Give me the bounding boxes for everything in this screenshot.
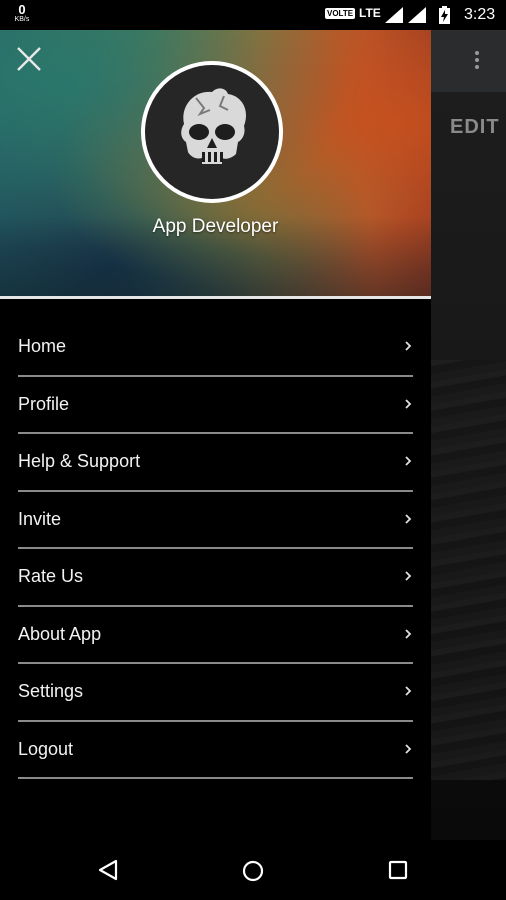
clock: 3:23 bbox=[464, 6, 496, 23]
back-icon[interactable] bbox=[98, 859, 118, 881]
chevron-right-icon bbox=[405, 686, 412, 696]
background-image bbox=[431, 360, 506, 780]
network-type: LTE bbox=[359, 6, 381, 20]
chevron-right-icon bbox=[405, 341, 412, 351]
drawer-menu: Home Profile Help & Support Invite Rate … bbox=[0, 319, 431, 779]
menu-item-label: About App bbox=[18, 623, 102, 644]
drawer-header: App Developer bbox=[0, 30, 431, 296]
menu-item-settings[interactable]: Settings bbox=[0, 664, 431, 722]
battery-charging-icon bbox=[439, 6, 450, 24]
menu-item-label: Invite bbox=[18, 508, 62, 529]
menu-item-label: Logout bbox=[18, 738, 74, 759]
wifi-signal-icon bbox=[408, 7, 426, 23]
menu-item-invite[interactable]: Invite bbox=[0, 492, 431, 549]
menu-item-label: Settings bbox=[18, 681, 84, 701]
chevron-right-icon bbox=[405, 513, 412, 524]
status-bar: 0 KB/s VOLTE LTE 3:23 bbox=[0, 0, 506, 30]
navigation-drawer: App Developer Home Profile Help & Suppor… bbox=[0, 30, 431, 840]
network-speed-value: 0 bbox=[18, 2, 26, 17]
chevron-right-icon bbox=[405, 456, 412, 466]
menu-item-home[interactable]: Home bbox=[0, 319, 431, 377]
chevron-right-icon bbox=[405, 571, 412, 581]
network-speed: 0 KB/s bbox=[10, 3, 34, 23]
menu-item-rate-us[interactable]: Rate Us bbox=[0, 549, 431, 607]
menu-item-label: Profile bbox=[18, 393, 70, 414]
user-name: App Developer bbox=[152, 216, 279, 237]
volte-badge: VOLTE bbox=[325, 8, 356, 19]
menu-item-label: Rate Us bbox=[18, 566, 84, 586]
edit-button[interactable]: EDIT bbox=[450, 116, 500, 139]
menu-item-label: Help & Support bbox=[18, 451, 141, 471]
network-speed-unit: KB/s bbox=[14, 16, 30, 23]
menu-item-help-support[interactable]: Help & Support bbox=[0, 434, 431, 492]
recents-icon[interactable] bbox=[388, 860, 408, 880]
skull-avatar-icon bbox=[181, 88, 247, 164]
signal-icon bbox=[385, 7, 403, 23]
more-vert-icon[interactable] bbox=[475, 51, 481, 72]
menu-item-logout[interactable]: Logout bbox=[0, 722, 431, 779]
background-toolbar bbox=[431, 30, 506, 92]
chevron-right-icon bbox=[405, 743, 412, 754]
chevron-right-icon bbox=[405, 628, 412, 639]
menu-item-label: Home bbox=[18, 336, 67, 356]
close-icon[interactable] bbox=[16, 46, 42, 72]
header-divider bbox=[0, 296, 431, 299]
background-app: EDIT bbox=[431, 30, 506, 840]
menu-item-about-app[interactable]: About App bbox=[0, 607, 431, 664]
chevron-right-icon bbox=[405, 398, 412, 409]
divider bbox=[18, 777, 413, 779]
system-nav-bar bbox=[0, 840, 506, 900]
avatar[interactable] bbox=[141, 61, 283, 203]
menu-item-profile[interactable]: Profile bbox=[0, 377, 431, 434]
home-icon[interactable] bbox=[242, 860, 264, 882]
